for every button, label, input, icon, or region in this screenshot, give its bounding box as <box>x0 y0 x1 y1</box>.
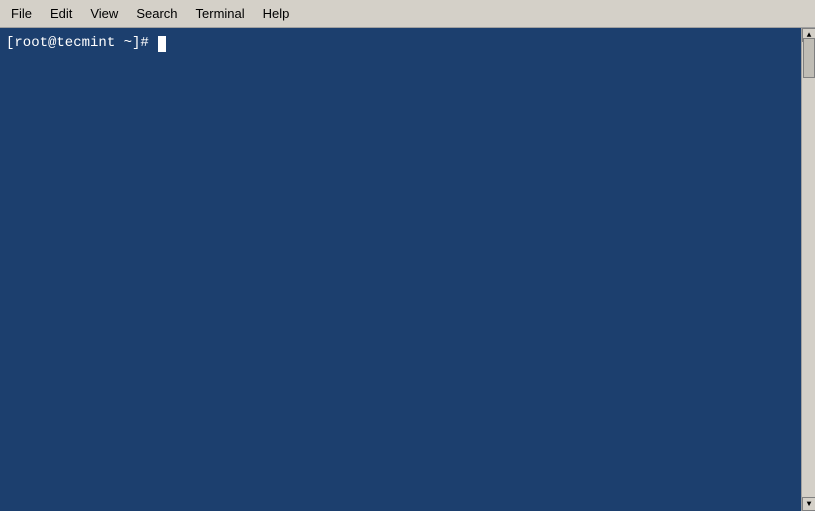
menu-edit[interactable]: Edit <box>41 3 81 25</box>
terminal-cursor <box>158 36 166 52</box>
scrollbar-down-button[interactable]: ▼ <box>802 497 815 511</box>
menu-view[interactable]: View <box>81 3 127 25</box>
menu-search[interactable]: Search <box>127 3 186 25</box>
menu-help[interactable]: Help <box>254 3 299 25</box>
scrollbar[interactable]: ▲ ▼ <box>801 28 815 511</box>
menu-file[interactable]: File <box>2 3 41 25</box>
terminal-prompt-line: [root@tecmint ~]# <box>6 34 809 54</box>
scrollbar-thumb[interactable] <box>803 38 815 78</box>
menubar: File Edit View Search Terminal Help <box>0 0 815 28</box>
terminal-area[interactable]: [root@tecmint ~]# ▲ ▼ <box>0 28 815 511</box>
menu-terminal[interactable]: Terminal <box>187 3 254 25</box>
terminal-prompt: [root@tecmint ~]# <box>6 34 157 54</box>
